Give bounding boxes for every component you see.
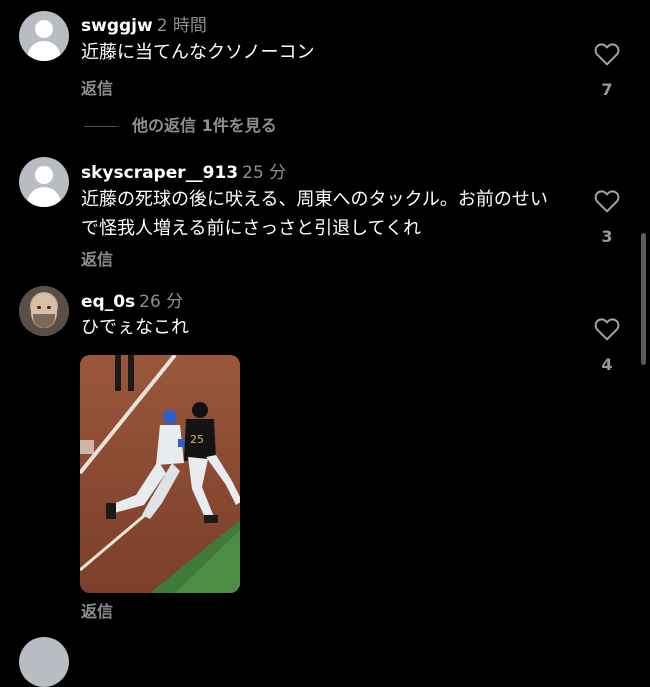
heart-outline-icon xyxy=(594,190,620,213)
timestamp: 26 分 xyxy=(139,292,184,312)
divider xyxy=(84,126,118,127)
username[interactable]: eq_0s xyxy=(81,292,135,312)
avatar[interactable] xyxy=(19,157,69,207)
comment-text: 近藤に当てんなクソノーコン xyxy=(81,42,315,63)
svg-text:25: 25 xyxy=(190,433,204,446)
scrollbar[interactable] xyxy=(641,233,646,365)
avatar[interactable] xyxy=(19,286,69,336)
view-replies-button[interactable]: 他の返信 1件を見る xyxy=(84,112,277,136)
avatar[interactable] xyxy=(19,11,69,61)
heart-outline-icon xyxy=(594,318,620,341)
timestamp: 2 時間 xyxy=(156,16,207,36)
username[interactable]: swggjw xyxy=(81,16,153,36)
timestamp: 25 分 xyxy=(242,163,287,183)
like-count: 3 xyxy=(601,227,613,246)
username[interactable]: skyscraper__913 xyxy=(81,163,238,183)
view-replies-label: 他の返信 1件を見る xyxy=(132,116,277,135)
like-count: 7 xyxy=(601,80,613,99)
comment-image[interactable]: 25 xyxy=(80,355,240,593)
avatar[interactable] xyxy=(19,637,69,687)
reply-button[interactable]: 返信 xyxy=(81,598,113,622)
comment-text: ひでぇなこれ xyxy=(81,317,189,338)
person-icon xyxy=(35,20,53,38)
heart-outline-icon xyxy=(594,43,620,66)
like-button[interactable]: 3 xyxy=(590,189,624,246)
like-button[interactable]: 7 xyxy=(590,42,624,99)
reply-button[interactable]: 返信 xyxy=(81,246,113,270)
person-icon xyxy=(35,166,53,184)
comment-text: 近藤の死球の後に吠える、周東へのタックル。お前のせいで怪我人増える前にさっさと引… xyxy=(81,189,548,239)
reply-button[interactable]: 返信 xyxy=(81,75,113,99)
like-button[interactable]: 4 xyxy=(590,317,624,374)
like-count: 4 xyxy=(601,355,613,374)
